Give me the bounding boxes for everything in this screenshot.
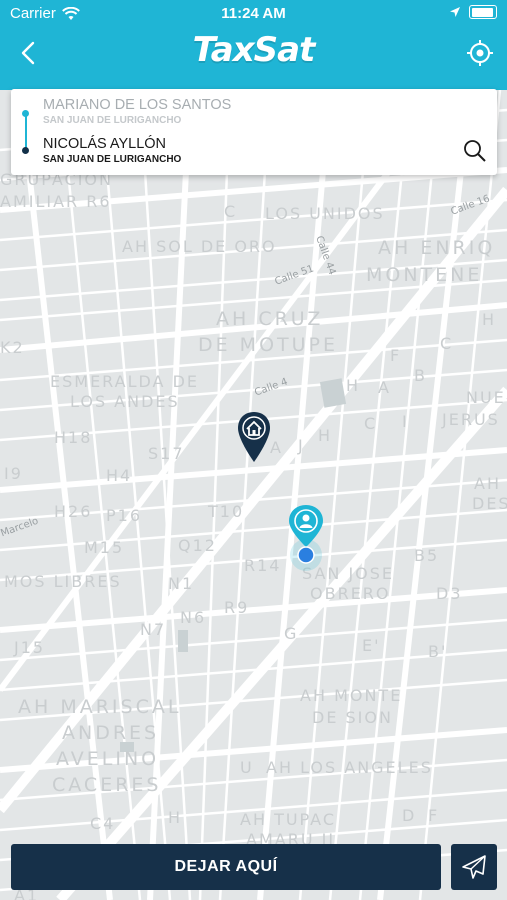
airplane-icon: [462, 855, 486, 879]
map-label: G: [284, 624, 299, 643]
map-label: B': [428, 642, 448, 661]
route-search-card: MARIANO DE LOS SANTOS SAN JUAN DE LURIGA…: [11, 89, 497, 175]
map-label: N6: [180, 608, 207, 627]
map-label: ANDRES: [62, 722, 160, 744]
map-label: OBRERO: [310, 584, 391, 603]
map-label: C: [440, 334, 454, 353]
map-label: D3: [436, 584, 463, 603]
location-arrow-icon: [450, 7, 460, 17]
dejar-aqui-button[interactable]: DEJAR AQUÍ: [11, 844, 441, 890]
battery-icon: [469, 5, 497, 19]
map-label: H: [318, 426, 333, 445]
map-label: J: [298, 436, 305, 455]
map-label: J15: [14, 638, 46, 657]
map-label: B: [414, 366, 427, 385]
bottom-actions: DEJAR AQUÍ: [0, 838, 507, 900]
app-header: Carrier 11:24 AM TaxSat: [0, 0, 507, 90]
map-label: AH CRUZ: [216, 308, 324, 330]
status-bar: Carrier 11:24 AM: [0, 0, 507, 28]
map-label: CACERES: [52, 774, 162, 796]
route-line: [25, 115, 27, 151]
map-label: E': [362, 636, 381, 655]
map-label: DES: [472, 494, 507, 513]
map-label: H: [346, 376, 361, 395]
origin-field[interactable]: MARIANO DE LOS SANTOS: [43, 97, 231, 113]
map-label: AH MARISCAL: [18, 696, 182, 718]
map-label: N7: [140, 620, 167, 639]
map-label: AH TUPAC: [240, 810, 337, 829]
status-right: [449, 5, 497, 19]
clock: 11:24 AM: [221, 5, 286, 22]
map-label: C4: [90, 814, 116, 833]
map-label: DE SION: [312, 708, 393, 727]
map-label: ESMERALDA DE: [50, 372, 200, 391]
map-label: T10: [208, 502, 245, 521]
crosshair-icon[interactable]: [467, 40, 493, 66]
map-label: I: [402, 412, 409, 431]
origin-district: SAN JUAN DE LURIGANCHO: [43, 115, 182, 126]
map-label: U: [240, 758, 254, 777]
map-label: I9: [4, 464, 23, 483]
home-pin-icon[interactable]: [236, 410, 272, 464]
map-label: NUE: [466, 388, 506, 407]
search-icon[interactable]: [463, 139, 487, 163]
map-label: R14: [244, 556, 282, 575]
map-label: DE MOTUPE: [198, 334, 338, 356]
map-label: P16: [106, 506, 143, 525]
map-label: AH ENRIQ: [378, 237, 496, 259]
origin-dot-icon: [22, 110, 29, 117]
destination-field[interactable]: NICOLÁS AYLLÓN: [43, 136, 166, 152]
map-label: LOS ANDES: [70, 392, 180, 411]
destination-dot-icon: [22, 147, 29, 154]
map-label: MONTENE: [366, 264, 483, 286]
map-label: M15: [84, 538, 125, 557]
map-label: AH MONTE: [300, 686, 403, 705]
map-label: H4: [106, 466, 133, 485]
map-label: AVELINO: [56, 748, 160, 770]
map-label: H: [482, 310, 497, 329]
map-label: R9: [224, 598, 250, 617]
map-label: AH LOS ANGELES: [266, 758, 433, 777]
map-label: AH: [474, 474, 501, 493]
map-label: B5: [414, 546, 440, 565]
map-label: AH SOL DE ORO: [122, 237, 277, 256]
user-pin-icon[interactable]: [287, 503, 325, 573]
map-label: Q12: [178, 536, 217, 555]
map-label: S17: [148, 444, 185, 463]
map-label: F: [390, 346, 402, 365]
map-label: K2: [0, 338, 25, 357]
airport-button[interactable]: [451, 844, 497, 890]
map-label: F: [428, 806, 440, 825]
map-label: LOS UNIDOS: [265, 204, 385, 223]
map-label: H: [168, 808, 183, 827]
map-label: C: [364, 414, 378, 433]
taxsat-logo: TaxSat: [192, 30, 316, 70]
map-label: D: [402, 806, 417, 825]
map-view[interactable]: GRUPACION AMILIAR R6 C LOS UNIDOS Calle …: [0, 90, 507, 900]
map-label: MOS LIBRES: [4, 572, 122, 591]
map-label: A: [378, 378, 391, 397]
destination-district: SAN JUAN DE LURIGANCHO: [43, 154, 182, 165]
map-label: H18: [54, 428, 93, 447]
map-label: H26: [54, 502, 93, 521]
map-label: N1: [168, 574, 195, 593]
map-label: C: [224, 202, 238, 221]
map-label: AMILIAR R6: [0, 192, 112, 211]
map-label: JERUS: [442, 410, 500, 429]
